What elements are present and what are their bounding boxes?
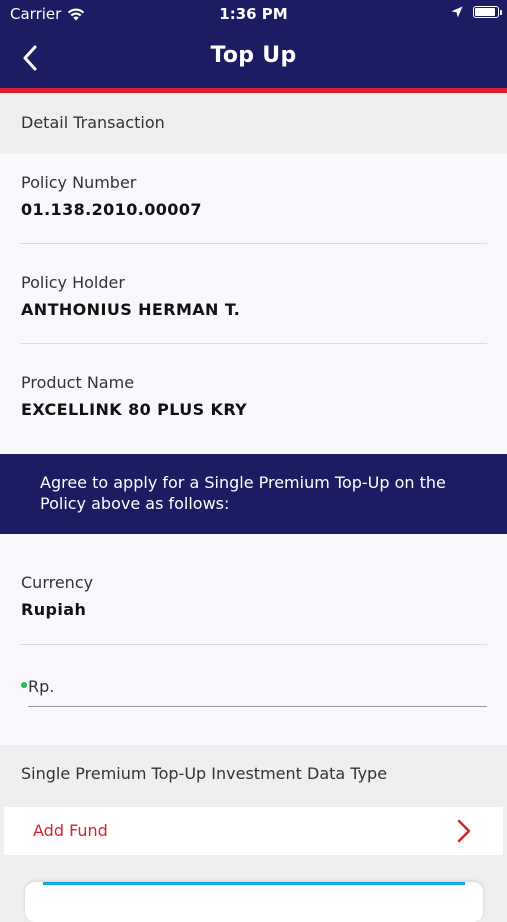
fund-card-accent (43, 882, 465, 885)
battery-fill (475, 8, 495, 16)
currency-label: Currency (21, 573, 94, 592)
investment-section-header: Single Premium Top-Up Investment Data Ty… (0, 745, 507, 807)
product-name-field: Product Name EXCELLINK 80 PLUS KRY (21, 373, 487, 419)
policy-holder-label: Policy Holder (21, 273, 125, 292)
status-time: 1:36 PM (219, 5, 288, 23)
product-name-value: EXCELLINK 80 PLUS KRY (21, 400, 248, 419)
amount-input[interactable] (28, 672, 478, 700)
add-fund-button[interactable]: Add Fund (4, 807, 503, 855)
status-right-group (451, 6, 502, 18)
status-bar: Carrier 1:36 PM (0, 0, 507, 28)
cursor-dot-indicator (21, 682, 27, 688)
currency-value: Rupiah (21, 600, 87, 619)
add-fund-label: Add Fund (33, 821, 108, 840)
agreement-text: Agree to apply for a Single Premium Top-… (40, 473, 446, 513)
currency-field: Currency Rupiah (21, 573, 487, 619)
detail-card: Policy Number 01.138.2010.00007 Policy H… (0, 154, 507, 454)
nav-bar: Top Up (0, 28, 507, 88)
policy-number-field: Policy Number 01.138.2010.00007 (21, 173, 487, 219)
detail-section-header: Detail Transaction (0, 93, 507, 154)
chevron-right-icon (457, 819, 471, 843)
location-arrow-icon (451, 6, 463, 18)
policy-holder-field: Policy Holder ANTHONIUS HERMAN T. (21, 273, 487, 319)
battery-icon (473, 6, 502, 18)
divider (21, 644, 487, 645)
divider (21, 243, 487, 244)
agreement-banner: Agree to apply for a Single Premium Top-… (0, 454, 507, 534)
investment-section-title: Single Premium Top-Up Investment Data Ty… (21, 764, 388, 783)
product-name-label: Product Name (21, 373, 135, 392)
topup-card: Currency Rupiah (0, 534, 507, 745)
page-title: Top Up (210, 43, 297, 68)
fund-card (25, 882, 483, 922)
policy-number-label: Policy Number (21, 173, 137, 192)
policy-holder-value: ANTHONIUS HERMAN T. (21, 300, 241, 319)
amount-field[interactable] (21, 670, 487, 707)
policy-number-value: 01.138.2010.00007 (21, 200, 202, 219)
divider (21, 343, 487, 344)
detail-section-title: Detail Transaction (21, 113, 165, 132)
